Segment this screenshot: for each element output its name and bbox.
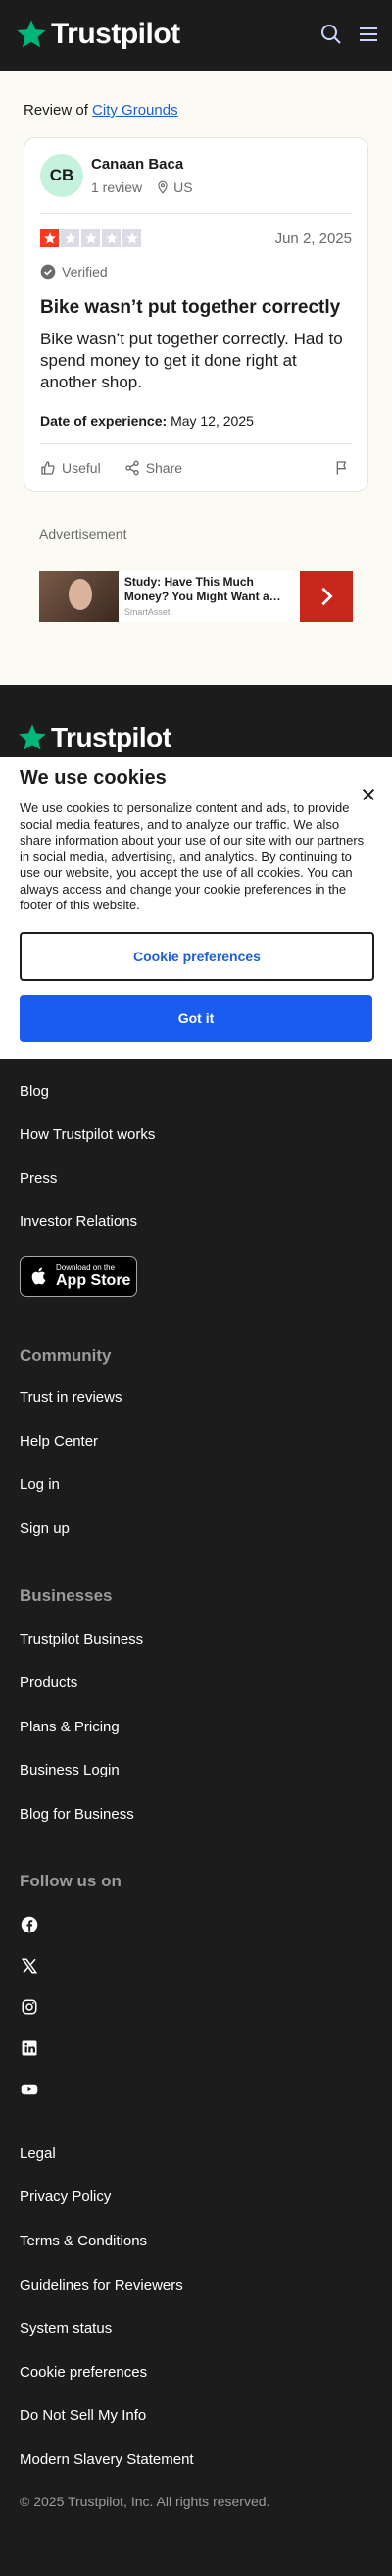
useful-button[interactable]: Useful — [40, 460, 101, 476]
verified-badge: Verified — [40, 264, 108, 280]
divider — [40, 213, 352, 214]
instagram-icon[interactable] — [20, 1997, 39, 2017]
footer-link-tp-business[interactable]: Trustpilot Business — [20, 1631, 143, 1648]
chevron-right-icon — [321, 587, 333, 606]
footer-link-login[interactable]: Log in — [20, 1476, 60, 1493]
footer-link-investor-relations[interactable]: Investor Relations — [20, 1213, 137, 1230]
footer-link-privacy[interactable]: Privacy Policy — [20, 2189, 111, 2205]
app-store-badge[interactable]: Download on the App Store — [20, 1256, 137, 1297]
ad-title: Study: Have This Much Money? You Might W… — [123, 575, 281, 603]
star-icon — [102, 229, 121, 247]
cookie-banner: We use cookies We use cookies to persona… — [0, 757, 392, 1059]
footer-link-guidelines[interactable]: Guidelines for Reviewers — [20, 2277, 183, 2293]
share-icon — [125, 460, 139, 476]
ad-text: Study: Have This Much Money? You Might W… — [119, 571, 300, 622]
advertisement-label: Advertisement — [39, 526, 127, 541]
star-icon — [122, 229, 141, 247]
review-count: 1 review — [91, 180, 143, 195]
author-meta: 1 review US — [91, 180, 193, 195]
footer-link-business-blog[interactable]: Blog for Business — [20, 1806, 134, 1823]
review-date: Jun 2, 2025 — [274, 231, 352, 247]
check-circle-icon — [40, 264, 56, 280]
footer-link-signup[interactable]: Sign up — [20, 1520, 70, 1537]
footer-link-legal[interactable]: Legal — [20, 2145, 56, 2162]
footer-link-terms[interactable]: Terms & Conditions — [20, 2233, 147, 2249]
search-icon[interactable] — [319, 23, 343, 46]
cookie-text: We use cookies to personalize content an… — [20, 800, 365, 912]
footer-link-help[interactable]: Help Center — [20, 1433, 98, 1450]
footer-link-do-not-sell[interactable]: Do Not Sell My Info — [20, 2407, 146, 2424]
avatar[interactable]: CB — [40, 154, 83, 197]
useful-label: Useful — [62, 460, 101, 476]
footer-link-press[interactable]: Press — [20, 1170, 57, 1187]
review-card: CB Canaan Baca 1 review US Jun 2, 2025 V… — [24, 137, 368, 492]
youtube-icon[interactable] — [20, 2080, 39, 2099]
star-icon — [61, 229, 79, 247]
ad-arrow-button[interactable] — [300, 571, 353, 622]
ad-source: SmartAsset — [123, 607, 171, 617]
breadcrumb-prefix: Review of — [24, 102, 88, 119]
location-pin-icon — [158, 180, 168, 194]
trustpilot-logo[interactable]: Trustpilot — [16, 18, 180, 51]
author-country: US — [173, 180, 193, 195]
star-icon — [81, 229, 100, 247]
footer-brand: Trustpilot — [51, 722, 172, 752]
thumbs-up-icon — [41, 461, 55, 475]
share-label: Share — [145, 460, 183, 476]
community-heading: Community — [20, 1346, 112, 1365]
footer-link-business-login[interactable]: Business Login — [20, 1762, 120, 1778]
footer-link-modern-slavery[interactable]: Modern Slavery Statement — [20, 2451, 194, 2468]
flag-icon[interactable] — [334, 460, 350, 476]
cookie-preferences-button[interactable]: Cookie preferences — [20, 932, 374, 981]
experience-label: Date of experience: — [40, 413, 168, 429]
date-of-experience: Date of experience: May 12, 2025 — [40, 413, 254, 429]
verified-label: Verified — [62, 264, 108, 280]
brand-name: Trustpilot — [51, 18, 180, 50]
star-logo-icon — [17, 20, 46, 48]
footer-link-products[interactable]: Products — [20, 1674, 77, 1691]
company-link[interactable]: City Grounds — [92, 102, 178, 119]
facebook-icon[interactable] — [20, 1915, 39, 1934]
experience-date: May 12, 2025 — [171, 413, 254, 429]
apple-icon — [31, 1267, 46, 1285]
cookie-title: We use cookies — [20, 767, 167, 789]
advertisement-banner[interactable]: Study: Have This Much Money? You Might W… — [39, 571, 353, 622]
menu-icon[interactable] — [357, 23, 380, 46]
divider — [40, 443, 352, 444]
x-icon[interactable] — [20, 1956, 39, 1976]
star-rating — [40, 229, 141, 247]
footer-link-cookie-preferences[interactable]: Cookie preferences — [20, 2364, 147, 2381]
linkedin-icon[interactable] — [20, 2038, 39, 2058]
site-header: Trustpilot — [0, 0, 392, 71]
businesses-heading: Businesses — [20, 1586, 113, 1605]
footer-link-system-status[interactable]: System status — [20, 2320, 112, 2337]
footer-link-pricing[interactable]: Plans & Pricing — [20, 1719, 120, 1735]
breadcrumb: Review of City Grounds — [24, 102, 178, 119]
review-title: Bike wasn’t put together correctly — [40, 297, 341, 318]
ad-image — [39, 571, 119, 622]
copyright: © 2025 Trustpilot, Inc. All rights reser… — [20, 2494, 270, 2509]
star-logo-icon — [19, 724, 46, 750]
app-store-big-text: App Store — [56, 1272, 131, 1289]
footer-link-blog[interactable]: Blog — [20, 1083, 49, 1100]
app-store-small-text: Download on the — [56, 1263, 116, 1272]
footer-logo[interactable]: Trustpilot — [18, 722, 172, 753]
share-button[interactable]: Share — [124, 460, 182, 476]
follow-heading: Follow us on — [20, 1872, 122, 1890]
star-icon — [40, 229, 59, 247]
footer-link-trust[interactable]: Trust in reviews — [20, 1389, 122, 1406]
review-body: Bike wasn’t put together correctly. Had … — [40, 330, 343, 391]
accept-cookies-button[interactable]: Got it — [20, 995, 372, 1042]
author-name[interactable]: Canaan Baca — [91, 156, 183, 173]
review-actions: Useful Share — [40, 460, 182, 476]
footer-link-how-it-works[interactable]: How Trustpilot works — [20, 1126, 155, 1143]
